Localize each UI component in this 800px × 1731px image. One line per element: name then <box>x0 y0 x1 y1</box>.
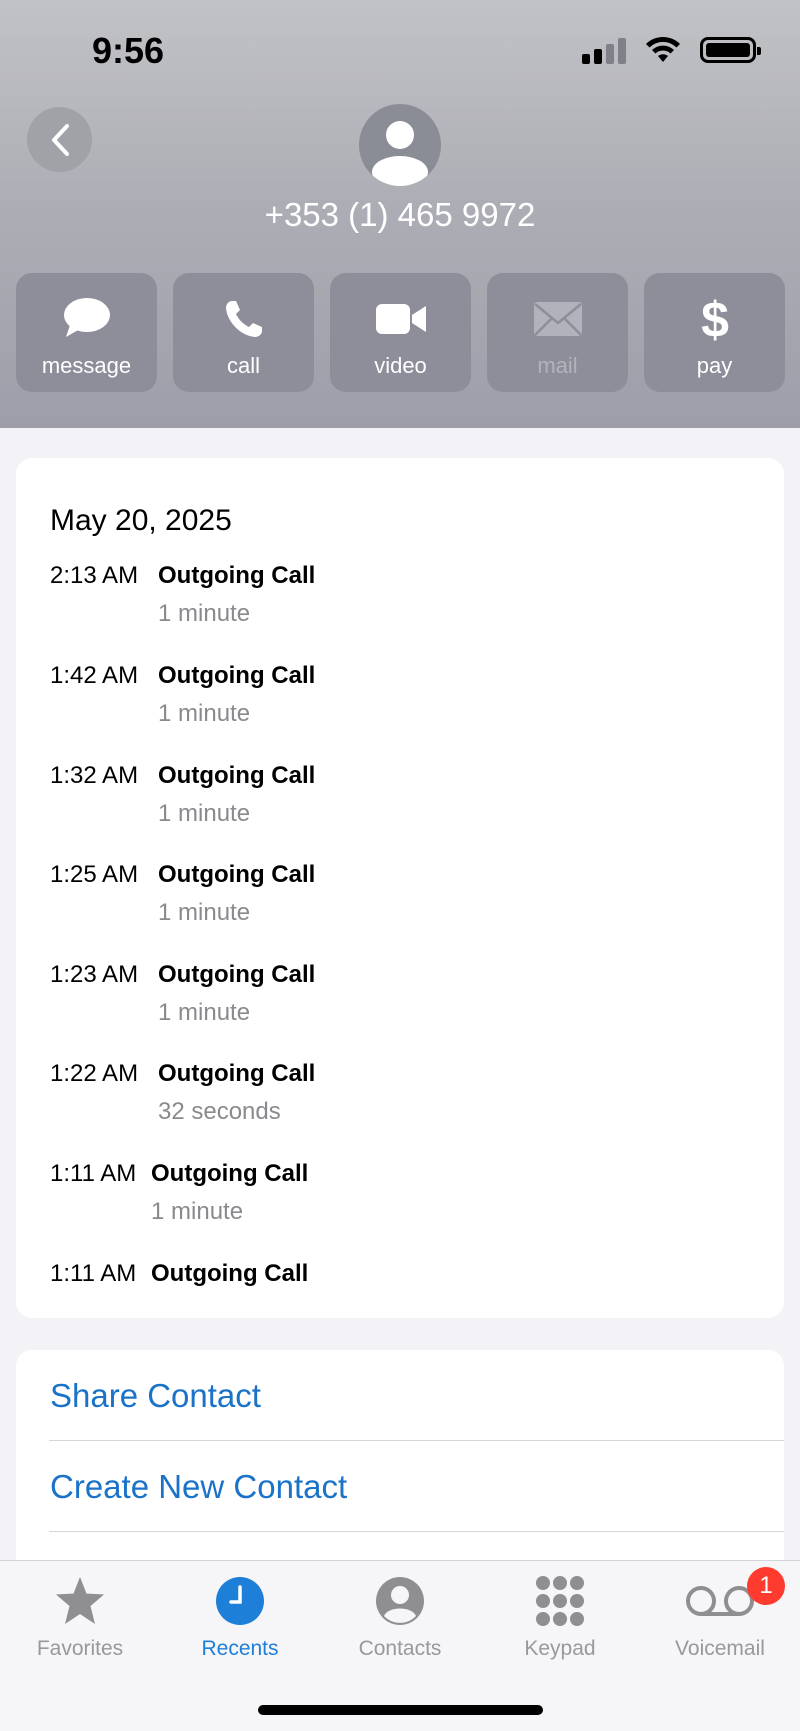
contact-avatar <box>359 104 441 186</box>
battery-icon <box>700 37 761 63</box>
voicemail-badge: 1 <box>747 1567 785 1605</box>
back-button[interactable] <box>27 107 92 172</box>
call-type: Outgoing Call <box>158 762 316 789</box>
call-type: Outgoing Call <box>158 861 316 888</box>
call-type: Outgoing Call <box>158 562 316 589</box>
contact-header: 9:56 +353 (1) 465 9972 message call vide… <box>0 0 800 428</box>
call-history-card: May 20, 2025 2:13 AM Outgoing Call 1 min… <box>16 458 784 1318</box>
video-icon <box>375 304 426 334</box>
call-time: 1:23 AM <box>50 961 139 988</box>
message-button[interactable]: message <box>16 273 157 392</box>
call-time: 1:32 AM <box>50 762 139 789</box>
voicemail-icon <box>686 1586 754 1616</box>
call-duration: 1 minute <box>158 700 251 727</box>
star-icon <box>56 1577 104 1624</box>
share-contact-link[interactable]: Share Contact <box>50 1377 261 1415</box>
call-time: 1:11 AM <box>50 1260 137 1287</box>
call-duration: 1 minute <box>151 1198 244 1225</box>
person-icon <box>372 121 428 186</box>
status-time: 9:56 <box>92 30 165 71</box>
status-icons <box>582 36 761 64</box>
call-type: Outgoing Call <box>151 1160 309 1187</box>
mail-button[interactable]: mail <box>487 273 628 392</box>
contact-phone-number: +353 (1) 465 9972 <box>264 196 536 233</box>
call-type: Outgoing Call <box>158 961 316 988</box>
wifi-icon <box>646 36 680 62</box>
divider <box>49 1440 784 1441</box>
call-type: Outgoing Call <box>151 1260 309 1287</box>
call-time: 1:42 AM <box>50 662 139 689</box>
tab-label: Voicemail <box>675 1637 765 1660</box>
phone-icon <box>225 301 262 337</box>
call-time: 1:25 AM <box>50 861 139 888</box>
call-duration: 1 minute <box>158 999 251 1026</box>
tab-label: Favorites <box>36 1637 124 1660</box>
mail-label: mail <box>537 353 578 378</box>
call-time: 1:22 AM <box>50 1060 139 1087</box>
mail-icon <box>533 302 582 336</box>
message-label: message <box>41 353 132 378</box>
call-duration: 1 minute <box>158 800 251 827</box>
call-label: call <box>226 353 260 378</box>
call-time: 1:11 AM <box>50 1160 137 1187</box>
video-label: video <box>374 353 427 378</box>
contact-actions-card: Share Contact Create New Contact <box>16 1350 784 1570</box>
call-type: Outgoing Call <box>158 662 316 689</box>
clock-icon <box>216 1577 264 1625</box>
message-icon <box>63 298 110 337</box>
dollar-icon: $ <box>701 293 729 345</box>
call-duration: 32 seconds <box>158 1098 281 1125</box>
chevron-left-icon <box>51 123 69 156</box>
quick-actions: message call video mail $ pay <box>16 273 785 392</box>
call-duration: 1 minute <box>158 899 251 926</box>
call-button[interactable]: call <box>173 273 314 392</box>
home-indicator[interactable] <box>258 1705 543 1715</box>
call-duration: 1 minute <box>158 600 251 627</box>
call-history-date: May 20, 2025 <box>50 504 232 537</box>
keypad-icon <box>536 1576 584 1626</box>
call-type: Outgoing Call <box>158 1060 316 1087</box>
pay-button[interactable]: $ pay <box>644 273 785 392</box>
svg-text:$: $ <box>701 293 729 345</box>
pay-label: pay <box>696 353 733 378</box>
video-button[interactable]: video <box>330 273 471 392</box>
tab-label: Contacts <box>358 1637 442 1660</box>
divider <box>49 1531 784 1532</box>
call-time: 2:13 AM <box>50 562 139 589</box>
tab-label: Recents <box>201 1637 279 1660</box>
cellular-signal-icon <box>582 36 626 64</box>
person-circle-icon <box>376 1577 424 1625</box>
tab-label: Keypad <box>524 1637 596 1660</box>
create-new-contact-link[interactable]: Create New Contact <box>50 1468 347 1506</box>
